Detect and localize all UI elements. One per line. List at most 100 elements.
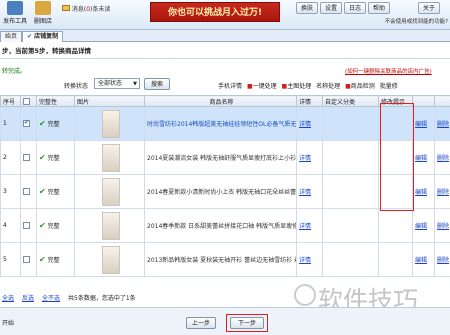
shop-icon [35, 1, 51, 15]
usage-hint: 不会使用或找到能的功能? [384, 19, 448, 25]
action-links: 手机详情 ■一键处理 ■主图处理 名称处理 ■商品检测 批量修 [218, 81, 401, 90]
batch-edit-action[interactable]: 批量修 [380, 83, 398, 90]
delete-link[interactable]: 删除 [437, 257, 449, 264]
edit-link[interactable]: 编辑 [415, 121, 427, 128]
edit-link[interactable]: 编辑 [415, 223, 427, 230]
detail-link[interactable]: 详情 [299, 223, 311, 230]
col-edit[interactable] [412, 95, 435, 107]
product-name[interactable]: 2014夏装潮流女装 韩版无袖舒服气质显瘦打底衫上小衫 打底背心 [144, 140, 297, 175]
next-step-highlight [226, 314, 268, 332]
skin-button[interactable]: 换肤 [296, 2, 319, 14]
tab-shop-copy[interactable]: ✔ 店铺复制 [22, 31, 64, 42]
detail-link[interactable]: 详情 [299, 155, 311, 162]
name-action[interactable]: 名称处理 [316, 83, 340, 90]
watermark-logo-icon [294, 284, 316, 306]
col-name[interactable]: 商品名称 [144, 95, 297, 107]
custom-category[interactable] [322, 208, 379, 243]
detail-link[interactable]: 详情 [299, 189, 311, 196]
bottom-bar: 开始 上一步 下一步 [0, 307, 450, 335]
product-name[interactable]: 时尚雪纺衫2014韩版超美无袖娃娃领短性OL必备气质无袖衬衫 [144, 106, 297, 141]
col-index[interactable]: 序号 [0, 95, 21, 107]
delete-link[interactable]: 删除 [437, 155, 449, 162]
table-row[interactable]: 5 ✔ 完整 2013新品韩版女装 夏秋装无袖开衫 蕾丝边无袖雪纺衫 丝丝衫女 … [0, 242, 450, 277]
product-thumbnail[interactable] [101, 245, 120, 274]
selection-summary: 共5条数据，您选中了1条 [68, 295, 136, 302]
oneclick-icon: ■ [246, 83, 253, 90]
product-thumbnail[interactable] [101, 211, 120, 240]
search-button[interactable]: 搜索 [144, 78, 170, 90]
promo-banner[interactable]: 你也可以挑战月入过万! [150, 2, 280, 22]
status-select[interactable]: 全部状态 ▼ [94, 78, 140, 89]
log-button[interactable]: 日志 [344, 2, 367, 14]
product-thumbnail[interactable] [101, 109, 120, 138]
messages-indicator[interactable]: 消息(0)条未读 [62, 4, 110, 13]
edit-link[interactable]: 编辑 [415, 155, 427, 162]
row-index: 4 [0, 208, 21, 243]
row-checkbox[interactable] [23, 256, 30, 263]
col-image[interactable]: 图片 [74, 95, 145, 107]
tab-home[interactable]: 始页 [0, 31, 23, 42]
edit-link[interactable]: 编辑 [415, 189, 427, 196]
mobile-detail-action[interactable]: 手机详情 [218, 83, 242, 90]
remove-ads-link[interactable]: (如何一键删除关联商品的店内广告) [345, 67, 432, 75]
custom-category[interactable] [322, 106, 379, 141]
row-index: 5 [0, 242, 21, 277]
product-name[interactable]: 2014春夏新款小清新时尚小上衣 韩版无袖口花朵丝丝蕾丝搭配美国 [144, 174, 297, 209]
row-checkbox[interactable] [23, 119, 30, 127]
publish-tool-button[interactable]: 发布工具 [2, 1, 28, 25]
help-button[interactable]: 帮助 [368, 2, 391, 14]
complete-check-icon: ✔ [39, 153, 46, 162]
delete-link[interactable]: 删除 [437, 189, 449, 196]
select-all-checkbox[interactable] [23, 97, 30, 105]
edit-link[interactable]: 编辑 [415, 257, 427, 264]
product-name[interactable]: 2014春季新款 日系甜美蕾丝拼接花口袖 韩版气质显瘦修身小花纱衬衫女 [144, 208, 297, 243]
modify-hint [378, 208, 413, 243]
publish-icon [7, 1, 23, 15]
col-detail[interactable]: 详情 [296, 95, 323, 107]
complete-check-icon: ✔ [39, 255, 46, 264]
check-icon: ■ [345, 83, 351, 90]
start-label: 开始 [2, 320, 15, 327]
product-thumbnail[interactable] [101, 143, 120, 172]
detail-link[interactable]: 详情 [299, 121, 311, 128]
row-checkbox[interactable] [23, 222, 30, 229]
invert-selection-link[interactable]: 反选 [22, 293, 34, 302]
delete-link[interactable]: 删除 [437, 223, 449, 230]
main-image-action[interactable]: 主图处理 [287, 83, 311, 90]
custom-category[interactable] [322, 140, 379, 175]
row-index: 3 [0, 174, 21, 209]
oneclick-action[interactable]: 一键处理 [253, 83, 277, 90]
complete-check-icon: ✔ [39, 119, 46, 128]
delete-shop-button[interactable]: 删图店 [30, 1, 56, 25]
modify-hint [378, 242, 413, 277]
filter-label: 转换状态 [64, 83, 89, 90]
col-category[interactable]: 自定义分类 [322, 95, 379, 107]
tab-bar: 始页 ✔ 店铺复制 [0, 30, 450, 42]
prev-step-button[interactable]: 上一步 [186, 317, 216, 329]
detail-link[interactable]: 详情 [299, 257, 311, 264]
status-text: 转完成。 [2, 68, 27, 75]
select-all-link[interactable]: 全选 [2, 293, 14, 302]
delete-link[interactable]: 删除 [437, 121, 449, 128]
modify-hint-highlight [380, 103, 414, 211]
about-button[interactable]: 关于 [418, 2, 441, 14]
row-index: 2 [0, 140, 21, 175]
row-checkbox[interactable] [23, 188, 30, 195]
product-name[interactable]: 2013新品韩版女装 夏秋装无袖开衫 蕾丝边无袖雪纺衫 丝丝衫女 [144, 242, 297, 277]
complete-check-icon: ✔ [39, 187, 46, 196]
select-none-link[interactable]: 全不选 [42, 293, 60, 302]
chevron-down-icon: ▼ [133, 81, 137, 87]
col-delete[interactable] [434, 95, 450, 107]
filter-bar: 转换状态 全部状态 ▼ 搜索 手机详情 ■一键处理 ■主图处理 名称处理 ■商品检… [0, 77, 450, 91]
mail-icon [62, 5, 70, 11]
product-check-action[interactable]: 商品检测 [351, 83, 375, 90]
settings-button[interactable]: 设置 [320, 2, 343, 14]
custom-category[interactable] [322, 242, 379, 277]
row-checkbox[interactable] [23, 154, 30, 161]
product-thumbnail[interactable] [101, 177, 120, 206]
col-select[interactable] [20, 95, 37, 107]
custom-category[interactable] [322, 174, 379, 209]
col-status[interactable]: 完整性 [36, 95, 75, 107]
table-row[interactable]: 4 ✔ 完整 2014春季新款 日系甜美蕾丝拼接花口袖 韩版气质显瘦修身小花纱衬… [0, 208, 450, 243]
top-toolbar: 发布工具 删图店 消息(0)条未读 你也可以挑战月入过万! 换肤 设置 日志 帮… [0, 0, 450, 30]
